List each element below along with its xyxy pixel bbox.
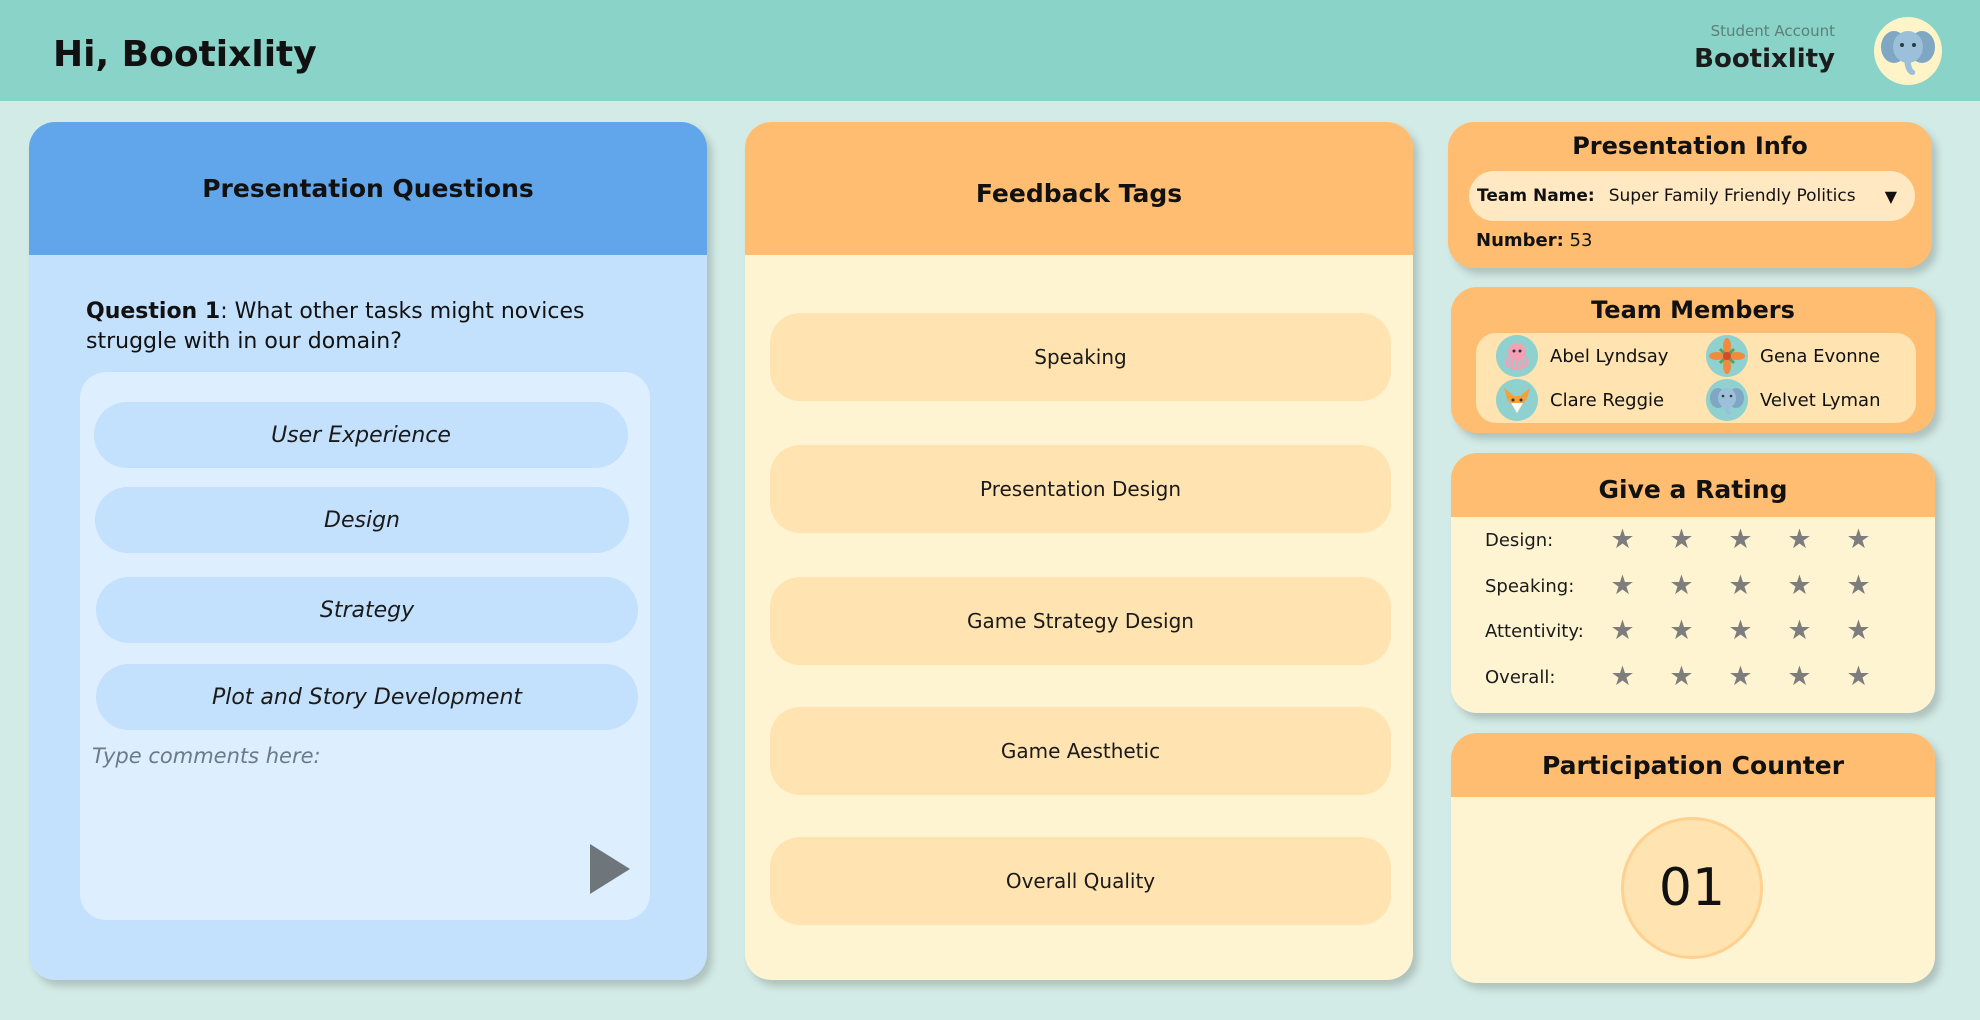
star-icon[interactable]: ★ bbox=[1711, 571, 1770, 601]
rating-row-attentivity: Attentivity: ★ ★ ★ ★ ★ bbox=[1485, 616, 1888, 646]
star-icon[interactable]: ★ bbox=[1593, 662, 1652, 692]
star-icon[interactable]: ★ bbox=[1829, 571, 1888, 601]
star-icon[interactable]: ★ bbox=[1770, 662, 1829, 692]
star-icon[interactable]: ★ bbox=[1829, 616, 1888, 646]
rating-row-overall: Overall: ★ ★ ★ ★ ★ bbox=[1485, 662, 1888, 692]
feedback-tag-overall-quality[interactable]: Overall Quality bbox=[770, 837, 1391, 925]
member-name: Gena Evonne bbox=[1760, 345, 1881, 367]
send-button[interactable] bbox=[588, 842, 632, 896]
elephant-icon bbox=[1881, 31, 1935, 75]
member-gena-evonne[interactable]: Gena Evonne bbox=[1706, 335, 1880, 377]
star-icon[interactable]: ★ bbox=[1593, 571, 1652, 601]
feedback-tag-speaking[interactable]: Speaking bbox=[770, 313, 1391, 401]
number-label: Number: bbox=[1476, 230, 1564, 251]
rating-label: Design: bbox=[1485, 529, 1554, 551]
answer-panel: User Experience Design Strategy Plot and… bbox=[80, 372, 650, 920]
star-rating: ★ ★ ★ ★ ★ bbox=[1593, 525, 1888, 555]
team-members-title: Team Members bbox=[1591, 296, 1795, 324]
rating-row-design: Design: ★ ★ ★ ★ ★ bbox=[1485, 525, 1888, 555]
answer-tag-design[interactable]: Design bbox=[95, 487, 629, 553]
presentation-info-title: Presentation Info bbox=[1572, 132, 1808, 160]
octopus-icon bbox=[1496, 335, 1538, 377]
member-name: Abel Lyndsay bbox=[1550, 345, 1669, 367]
star-icon[interactable]: ★ bbox=[1593, 616, 1652, 646]
top-bar: Hi, Bootixlity Student Account Bootixlit… bbox=[0, 0, 1980, 101]
question-text: Question 1: What other tasks might novic… bbox=[86, 297, 676, 357]
feedback-tag-game-strategy-design[interactable]: Game Strategy Design bbox=[770, 577, 1391, 665]
account-name: Bootixlity bbox=[1694, 44, 1835, 74]
presentation-info-card: Presentation Info Team Name: Super Famil… bbox=[1448, 122, 1932, 268]
rating-label: Speaking: bbox=[1485, 575, 1575, 597]
participation-card-title: Participation Counter bbox=[1451, 733, 1935, 797]
star-rating: ★ ★ ★ ★ ★ bbox=[1593, 662, 1888, 692]
number-value: 53 bbox=[1569, 230, 1593, 251]
presentation-number: Number: 53 bbox=[1476, 230, 1592, 251]
account-type-label: Student Account bbox=[1710, 22, 1835, 40]
star-icon[interactable]: ★ bbox=[1652, 571, 1711, 601]
rating-card-title: Give a Rating bbox=[1451, 453, 1935, 517]
comment-input[interactable] bbox=[92, 744, 632, 894]
greeting-title: Hi, Bootixlity bbox=[53, 34, 317, 75]
member-velvet-lyman[interactable]: Velvet Lyman bbox=[1706, 379, 1881, 421]
star-icon[interactable]: ★ bbox=[1652, 662, 1711, 692]
star-rating: ★ ★ ★ ★ ★ bbox=[1593, 616, 1888, 646]
star-icon[interactable]: ★ bbox=[1652, 525, 1711, 555]
team-name-dropdown[interactable]: Team Name: Super Family Friendly Politic… bbox=[1469, 171, 1915, 221]
feedback-tag-game-aesthetic[interactable]: Game Aesthetic bbox=[770, 707, 1391, 795]
give-rating-card: Give a Rating Design: ★ ★ ★ ★ ★ Speaking… bbox=[1451, 453, 1935, 713]
star-icon[interactable]: ★ bbox=[1770, 616, 1829, 646]
team-name-label: Team Name: bbox=[1477, 186, 1595, 206]
team-members-list: Abel Lyndsay Gena Evonne Clare Reggie Ve… bbox=[1476, 333, 1916, 423]
member-name: Velvet Lyman bbox=[1760, 389, 1881, 411]
star-icon[interactable]: ★ bbox=[1711, 616, 1770, 646]
star-icon[interactable]: ★ bbox=[1829, 662, 1888, 692]
member-name: Clare Reggie bbox=[1550, 389, 1665, 411]
star-icon[interactable]: ★ bbox=[1593, 525, 1652, 555]
team-members-card: Team Members Abel Lyndsay Gena Evonne Cl… bbox=[1451, 287, 1935, 433]
questions-card-title: Presentation Questions bbox=[29, 122, 707, 255]
feedback-tags-card: Feedback Tags Speaking Presentation Desi… bbox=[745, 122, 1413, 980]
star-icon[interactable]: ★ bbox=[1711, 662, 1770, 692]
account-info: Student Account Bootixlity bbox=[1694, 22, 1835, 74]
answer-tag-user-experience[interactable]: User Experience bbox=[94, 402, 628, 468]
answer-tag-strategy[interactable]: Strategy bbox=[96, 577, 638, 643]
question-label: Question 1 bbox=[86, 299, 221, 324]
star-icon[interactable]: ★ bbox=[1652, 616, 1711, 646]
participation-counter-card: Participation Counter 01 bbox=[1451, 733, 1935, 983]
star-icon[interactable]: ★ bbox=[1829, 525, 1888, 555]
member-abel-lyndsay[interactable]: Abel Lyndsay bbox=[1496, 335, 1668, 377]
star-rating: ★ ★ ★ ★ ★ bbox=[1593, 571, 1888, 601]
fox-icon bbox=[1496, 379, 1538, 421]
star-icon[interactable]: ★ bbox=[1770, 571, 1829, 601]
star-icon[interactable]: ★ bbox=[1770, 525, 1829, 555]
participation-count[interactable]: 01 bbox=[1621, 817, 1763, 959]
rating-label: Attentivity: bbox=[1485, 620, 1584, 642]
star-icon[interactable]: ★ bbox=[1711, 525, 1770, 555]
user-avatar[interactable] bbox=[1874, 17, 1942, 85]
feedback-card-title: Feedback Tags bbox=[745, 122, 1413, 255]
dropdown-arrow-icon: ▼ bbox=[1884, 186, 1897, 206]
rating-row-speaking: Speaking: ★ ★ ★ ★ ★ bbox=[1485, 571, 1888, 601]
feedback-tag-presentation-design[interactable]: Presentation Design bbox=[770, 445, 1391, 533]
answer-tag-plot-story[interactable]: Plot and Story Development bbox=[96, 664, 638, 730]
play-icon bbox=[590, 844, 630, 894]
presentation-questions-card: Presentation Questions Question 1: What … bbox=[29, 122, 707, 980]
rating-label: Overall: bbox=[1485, 666, 1556, 688]
member-clare-reggie[interactable]: Clare Reggie bbox=[1496, 379, 1664, 421]
flower-icon bbox=[1706, 335, 1748, 377]
elephant-icon bbox=[1706, 379, 1748, 421]
team-name-value: Super Family Friendly Politics bbox=[1608, 186, 1856, 206]
